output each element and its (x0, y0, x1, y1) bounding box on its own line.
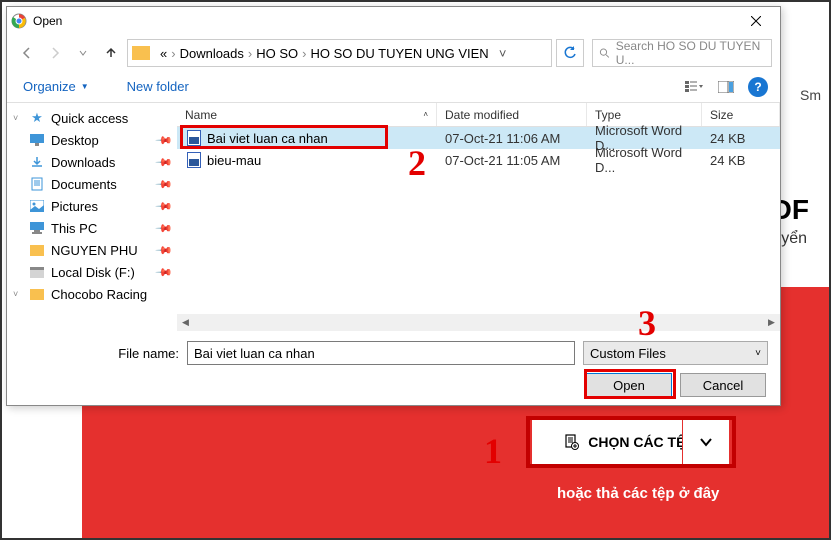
search-placeholder: Search HO SO DU TUYEN U... (616, 39, 765, 67)
file-size: 24 KB (702, 153, 745, 168)
chevron-down-icon: ˅ (755, 348, 761, 359)
close-icon (751, 16, 761, 26)
search-input[interactable]: Search HO SO DU TUYEN U... (592, 39, 772, 67)
nav-up-button[interactable] (99, 41, 123, 65)
sidebar-item-localdisk[interactable]: Local Disk (F:)📌 (7, 261, 177, 283)
navigation-bar: « › Downloads › HO SO › HO SO DU TUYEN U… (7, 35, 780, 71)
view-details-icon (685, 80, 703, 94)
filename-label: File name: (19, 346, 179, 361)
file-name: Bai viet luan ca nhan (207, 131, 328, 146)
word-doc-icon (187, 152, 201, 168)
file-date: 07-Oct-21 11:05 AM (437, 153, 587, 168)
expand-icon: ˅ (13, 289, 23, 299)
help-icon: ? (754, 80, 761, 94)
breadcrumb-dropdown[interactable]: ˅ (493, 46, 513, 61)
view-mode-button[interactable] (680, 75, 708, 99)
chevron-down-icon: ▼ (81, 82, 89, 91)
help-button[interactable]: ? (748, 77, 768, 97)
breadcrumb-ellipsis[interactable]: « (156, 46, 171, 61)
breadcrumb-item-current[interactable]: HO SO DU TUYEN UNG VIEN (307, 46, 493, 61)
sidebar-item-quickaccess[interactable]: ˅★Quick access (7, 107, 177, 129)
bg-subheading-fragment: yển (781, 230, 807, 248)
refresh-icon (563, 46, 577, 60)
pin-icon: 📌 (155, 197, 174, 216)
toolbar: Organize▼ New folder ? (7, 71, 780, 103)
pictures-icon (29, 198, 45, 214)
sidebar-item-pictures[interactable]: Pictures📌 (7, 195, 177, 217)
dialog-title: Open (33, 14, 736, 28)
file-row[interactable]: bieu-mau 07-Oct-21 11:05 AM Microsoft Wo… (177, 149, 780, 171)
column-name[interactable]: Name˄ (177, 103, 437, 126)
sidebar: ˅★Quick access Desktop📌 Downloads📌 Docum… (7, 103, 177, 333)
thispc-icon (29, 220, 45, 236)
desktop-icon (29, 132, 45, 148)
scroll-track[interactable] (194, 314, 763, 331)
sidebar-item-desktop[interactable]: Desktop📌 (7, 129, 177, 151)
chevron-down-icon (79, 49, 87, 57)
preview-pane-button[interactable] (712, 75, 740, 99)
preview-pane-icon (718, 81, 734, 93)
folder-icon (29, 286, 45, 302)
folder-icon (132, 46, 150, 60)
bg-text-sm: Sm (800, 87, 821, 103)
sidebar-item-folder2[interactable]: ˅Chocobo Racing (7, 283, 177, 305)
arrow-up-icon (104, 46, 118, 60)
nav-back-button[interactable] (15, 41, 39, 65)
pin-icon: 📌 (155, 153, 174, 172)
horizontal-scrollbar[interactable]: ◀ ▶ (177, 314, 780, 331)
sort-indicator-icon: ˄ (423, 110, 428, 119)
pin-icon: 📌 (155, 241, 174, 260)
column-date[interactable]: Date modified (437, 103, 587, 126)
drive-icon (29, 264, 45, 280)
close-button[interactable] (736, 9, 776, 33)
arrow-left-icon (20, 46, 34, 60)
pin-icon: 📌 (155, 131, 174, 150)
file-name: bieu-mau (207, 153, 261, 168)
breadcrumb-item-downloads[interactable]: Downloads (176, 46, 248, 61)
documents-icon (29, 176, 45, 192)
folder-icon (29, 242, 45, 258)
breadcrumb-item-hoso[interactable]: HO SO (252, 46, 302, 61)
organize-button[interactable]: Organize▼ (19, 77, 93, 96)
drop-files-text: hoặc thả các tệp ở đây (557, 485, 719, 502)
sidebar-item-downloads[interactable]: Downloads📌 (7, 151, 177, 173)
expand-icon: ˅ (13, 113, 23, 123)
arrow-right-icon (48, 46, 62, 60)
annotation-box-1 (526, 416, 736, 468)
new-folder-button[interactable]: New folder (123, 77, 193, 96)
file-size: 24 KB (702, 131, 745, 146)
word-doc-icon (187, 130, 201, 146)
scroll-left-button[interactable]: ◀ (177, 314, 194, 331)
file-date: 07-Oct-21 11:06 AM (437, 131, 587, 146)
sidebar-item-folder1[interactable]: NGUYEN PHU📌 (7, 239, 177, 261)
dialog-body: ˅★Quick access Desktop📌 Downloads📌 Docum… (7, 103, 780, 333)
pin-icon: 📌 (155, 175, 174, 194)
search-icon (599, 47, 610, 59)
chrome-icon (11, 13, 27, 29)
nav-forward-button[interactable] (43, 41, 67, 65)
filetype-select[interactable]: Custom Files ˅ (583, 341, 768, 365)
scroll-right-button[interactable]: ▶ (763, 314, 780, 331)
pin-icon: 📌 (155, 219, 174, 238)
refresh-button[interactable] (556, 39, 584, 67)
column-size[interactable]: Size (702, 103, 780, 126)
pin-icon: 📌 (155, 263, 174, 282)
downloads-icon (29, 154, 45, 170)
breadcrumb[interactable]: « › Downloads › HO SO › HO SO DU TUYEN U… (127, 39, 552, 67)
file-open-dialog: Open « › Downloads › HO SO › HO SO DU TU… (6, 6, 781, 406)
sidebar-item-thispc[interactable]: This PC📌 (7, 217, 177, 239)
cancel-button[interactable]: Cancel (680, 373, 766, 397)
titlebar: Open (7, 7, 780, 35)
file-list: Name˄ Date modified Type Size Bai viet l… (177, 103, 780, 333)
filename-input[interactable] (187, 341, 575, 365)
nav-recent-button[interactable] (71, 41, 95, 65)
open-button[interactable]: Open (586, 373, 672, 397)
dialog-footer: File name: Custom Files ˅ Open Cancel (7, 333, 780, 405)
sidebar-item-documents[interactable]: Documents📌 (7, 173, 177, 195)
star-icon: ★ (29, 110, 45, 126)
